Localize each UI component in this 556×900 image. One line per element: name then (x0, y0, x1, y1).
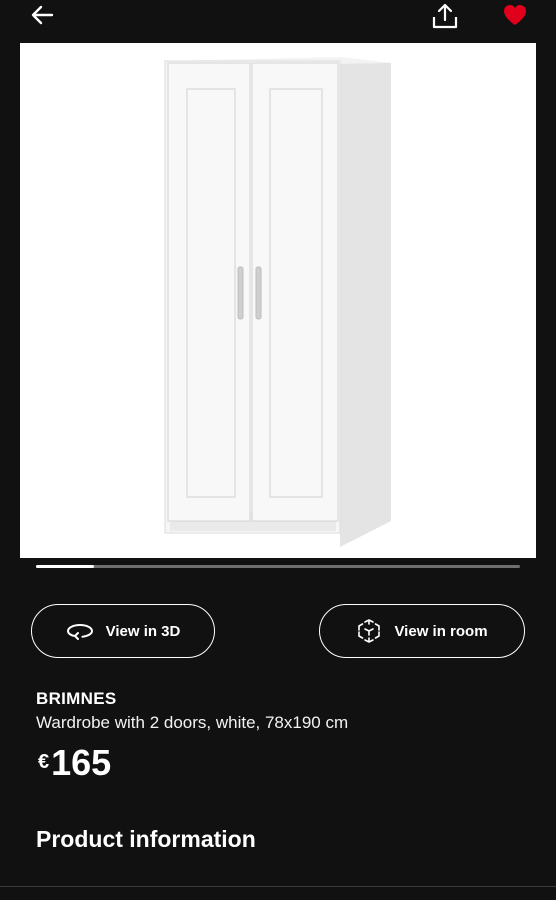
price-currency: € (38, 751, 50, 773)
gallery-progress (36, 565, 520, 568)
top-bar (0, 0, 556, 40)
product-name: BRIMNES (36, 689, 117, 708)
rotate-3d-icon (66, 623, 93, 640)
view-in-3d-button[interactable]: View in 3D (31, 604, 215, 658)
heart-icon (504, 5, 526, 25)
product-price: € 165 (38, 745, 111, 781)
view-in-room-button[interactable]: View in room (319, 604, 525, 658)
favorite-button[interactable] (500, 0, 530, 30)
view-in-room-label: View in room (394, 622, 488, 640)
share-button[interactable] (428, 0, 462, 32)
ar-cube-icon (358, 619, 381, 643)
back-button[interactable] (26, 0, 58, 30)
product-description: Wardrobe with 2 doors, white, 78x190 cm (36, 713, 349, 732)
arrow-left-icon (31, 5, 54, 25)
product-image[interactable] (20, 43, 536, 558)
wardrobe-image (164, 57, 391, 547)
section-divider (0, 886, 556, 887)
price-amount: 165 (51, 742, 112, 783)
gallery-progress-fill (36, 565, 95, 568)
view-in-3d-label: View in 3D (105, 622, 181, 640)
share-icon (432, 3, 458, 29)
product-information-heading[interactable]: Product information (36, 826, 256, 853)
